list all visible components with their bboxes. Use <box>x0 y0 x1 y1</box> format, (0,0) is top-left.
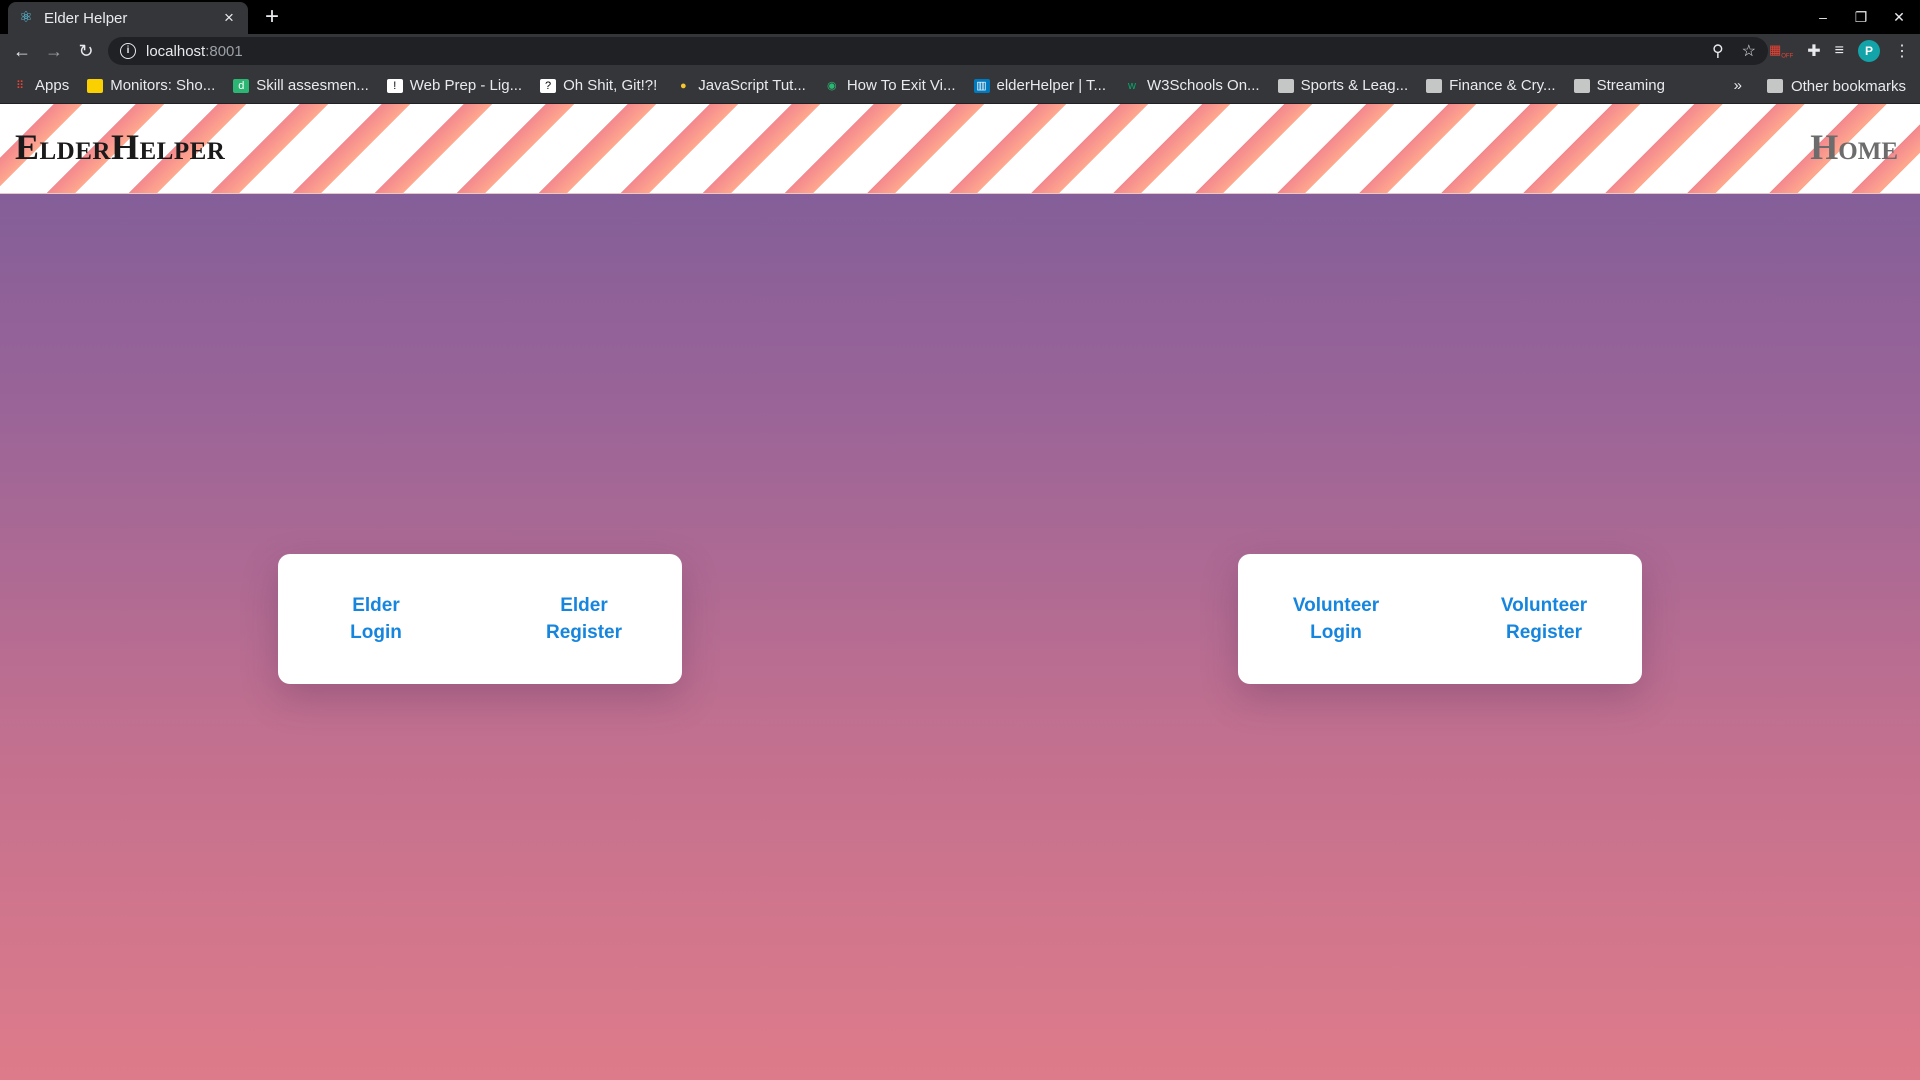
site-info-icon[interactable]: i <box>120 43 136 59</box>
folder-icon <box>1573 78 1590 93</box>
toolbar-icons: ▦OFF ✚ ≡ P ⋮ <box>1769 38 1910 64</box>
volunteer-register-line1: Volunteer <box>1500 595 1588 616</box>
url-host: localhost <box>146 42 206 60</box>
react-favicon-icon: ⚛ <box>19 9 33 26</box>
volunteer-login-link[interactable]: Volunteer Login <box>1286 592 1386 646</box>
tag-icon <box>87 78 104 93</box>
other-bookmarks-label: Other bookmarks <box>1790 77 1906 95</box>
bookmark-label: JavaScript Tut... <box>698 77 806 94</box>
back-icon[interactable]: ← <box>6 35 38 67</box>
tab-title: Elder Helper <box>44 9 128 27</box>
extension-off-label: OFF <box>1781 53 1794 60</box>
menu-kebab-icon[interactable]: ⋮ <box>1894 41 1910 61</box>
folder-icon <box>1277 78 1294 93</box>
bookmark-item[interactable]: ◉ How To Exit Vi... <box>824 77 956 94</box>
bookmark-label: Sports & Leag... <box>1300 77 1409 94</box>
bookmark-label: W3Schools On... <box>1147 77 1260 94</box>
bookmark-label: How To Exit Vi... <box>846 77 956 94</box>
elder-card: Elder Login Elder Register <box>278 554 682 684</box>
bookmark-item[interactable]: ● JavaScript Tut... <box>675 77 806 94</box>
new-tab-button[interactable]: + <box>258 4 286 32</box>
elder-login-line2: Login <box>350 622 402 643</box>
tab-strip: ⚛ Elder Helper × + – ❐ ✕ <box>0 0 1920 34</box>
other-bookmarks[interactable]: Other bookmarks <box>1766 68 1906 104</box>
page-body: ElderHelper Home Elder Login Elder Regis… <box>0 104 1920 1080</box>
browser-tab[interactable]: ⚛ Elder Helper × <box>8 2 248 34</box>
volunteer-login-line2: Login <box>1310 622 1362 643</box>
browser-toolbar: ← → ↻ i localhost:8001 ⚲ ☆ ▦OFF ✚ ≡ P ⋮ <box>0 34 1920 68</box>
bookmark-item[interactable]: w W3Schools On... <box>1124 77 1260 94</box>
bookmark-item[interactable]: ▥ elderHelper | T... <box>973 77 1107 94</box>
close-window-icon[interactable]: ✕ <box>1890 9 1908 26</box>
bookmark-folder[interactable]: Finance & Cry... <box>1426 77 1556 94</box>
elder-login-link[interactable]: Elder Login <box>326 592 426 646</box>
bookmark-item[interactable]: d Skill assesmen... <box>233 77 369 94</box>
bookmark-label: Monitors: Sho... <box>110 77 216 94</box>
trello-icon: ▥ <box>973 78 990 93</box>
tab-close-icon[interactable]: × <box>220 8 238 28</box>
volunteer-login-line1: Volunteer <box>1292 595 1380 616</box>
zoom-icon[interactable]: ⚲ <box>1712 41 1724 61</box>
bookmark-folder[interactable]: Sports & Leag... <box>1277 77 1409 94</box>
elder-register-line1: Elder <box>560 595 608 616</box>
bookmark-label: Web Prep - Lig... <box>409 77 523 94</box>
bookmark-star-icon[interactable]: ☆ <box>1742 41 1756 61</box>
python-icon: ● <box>679 79 687 92</box>
bookmark-item[interactable]: ! Web Prep - Lig... <box>386 77 523 94</box>
site-icon: ◉ <box>827 79 837 92</box>
page-icon: ! <box>386 78 403 93</box>
bookmark-label: Apps <box>35 77 70 94</box>
profile-avatar[interactable]: P <box>1858 40 1880 62</box>
bookmark-label: elderHelper | T... <box>996 77 1107 94</box>
git-icon: ? <box>540 78 557 93</box>
address-bar[interactable]: i localhost:8001 ⚲ ☆ <box>108 37 1768 65</box>
window-controls: – ❐ ✕ <box>1814 0 1908 34</box>
brand-logo: ElderHelper <box>15 127 226 167</box>
volunteer-register-line2: Register <box>1505 622 1583 643</box>
bookmark-item[interactable]: Monitors: Sho... <box>87 77 215 94</box>
more-bookmarks-chevron-icon[interactable]: » <box>1734 68 1742 104</box>
bookmark-label: Oh Shit, Git!?! <box>563 77 658 94</box>
minimize-icon[interactable]: – <box>1814 9 1832 25</box>
elder-register-link[interactable]: Elder Register <box>534 592 634 646</box>
bookmark-item[interactable]: ? Oh Shit, Git!?! <box>540 77 657 94</box>
extension-off-icon[interactable]: ▦OFF <box>1769 42 1793 60</box>
d-icon: d <box>233 78 250 93</box>
bookmark-label: Finance & Cry... <box>1449 77 1556 94</box>
elder-login-line1: Elder <box>352 595 400 616</box>
media-queue-icon[interactable]: ≡ <box>1835 42 1844 60</box>
home-link[interactable]: Home <box>1810 126 1898 168</box>
folder-icon <box>1766 79 1783 93</box>
bookmark-label: Streaming <box>1596 77 1665 94</box>
url-port: :8001 <box>205 42 243 60</box>
elder-register-line2: Register <box>545 622 623 643</box>
site-header: ElderHelper Home <box>0 104 1920 194</box>
apps-grid-icon: ⠿ <box>15 79 25 92</box>
w3-icon: w <box>1128 79 1136 92</box>
bookmarks-bar: ⠿ Apps Monitors: Sho... d Skill assesmen..… <box>0 68 1920 104</box>
bookmark-apps[interactable]: ⠿ Apps <box>12 77 69 94</box>
volunteer-card: Volunteer Login Volunteer Register <box>1238 554 1642 684</box>
bookmark-folder[interactable]: Streaming <box>1573 77 1665 94</box>
forward-icon[interactable]: → <box>38 35 70 67</box>
volunteer-register-link[interactable]: Volunteer Register <box>1494 592 1594 646</box>
restore-icon[interactable]: ❐ <box>1852 9 1870 26</box>
reload-icon[interactable]: ↻ <box>70 35 102 67</box>
bookmark-label: Skill assesmen... <box>256 77 369 94</box>
extensions-puzzle-icon[interactable]: ✚ <box>1807 41 1820 61</box>
folder-icon <box>1426 78 1443 93</box>
